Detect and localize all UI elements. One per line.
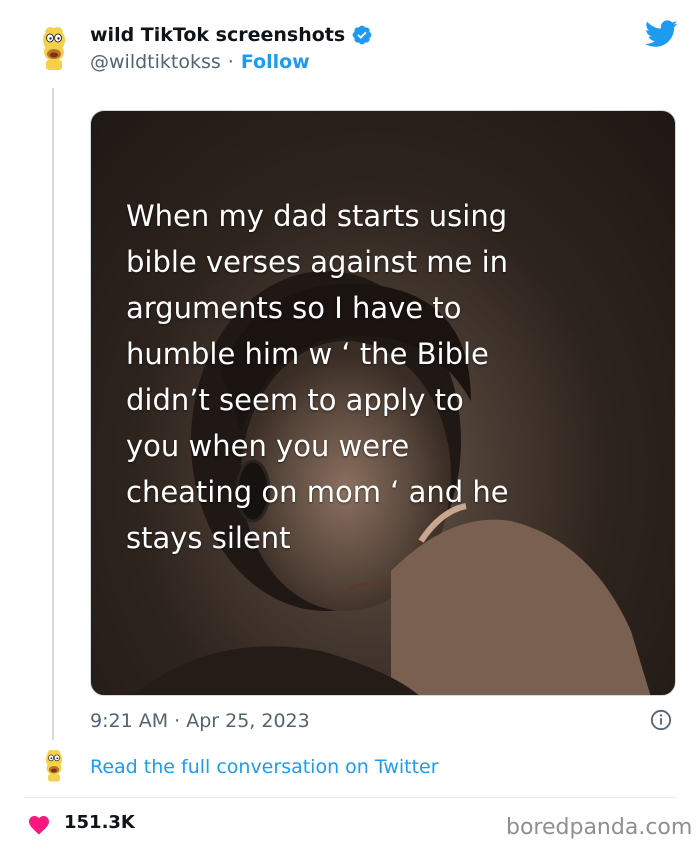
watermark-text: boredpanda.com [506, 815, 693, 840]
cartoon-avatar-icon[interactable] [41, 749, 67, 783]
tweet-media-image[interactable]: When my dad starts using bible verses ag… [90, 110, 676, 696]
twitter-bird-icon[interactable] [645, 20, 678, 48]
media-caption: When my dad starts using bible verses ag… [126, 199, 509, 555]
handle-row: @wildtiktokss · Follow [90, 49, 310, 75]
author-name[interactable]: wild TikTok screenshots [90, 24, 345, 46]
follow-button[interactable]: Follow [241, 51, 310, 73]
like-count: 151.3K [64, 812, 135, 833]
read-full-conversation-link[interactable]: Read the full conversation on Twitter [90, 754, 439, 780]
thread-line [52, 88, 54, 740]
author-handle[interactable]: @wildtiktokss [90, 51, 221, 73]
tweet-timestamp[interactable]: 9:21 AM · Apr 25, 2023 [90, 708, 310, 734]
author-row: wild TikTok screenshots [90, 22, 373, 48]
divider [24, 797, 676, 798]
cartoon-avatar-icon[interactable] [37, 26, 71, 72]
heart-icon[interactable] [27, 813, 51, 835]
separator-dot: · [227, 51, 234, 73]
verified-badge-icon [352, 25, 372, 45]
info-icon[interactable] [650, 709, 672, 731]
